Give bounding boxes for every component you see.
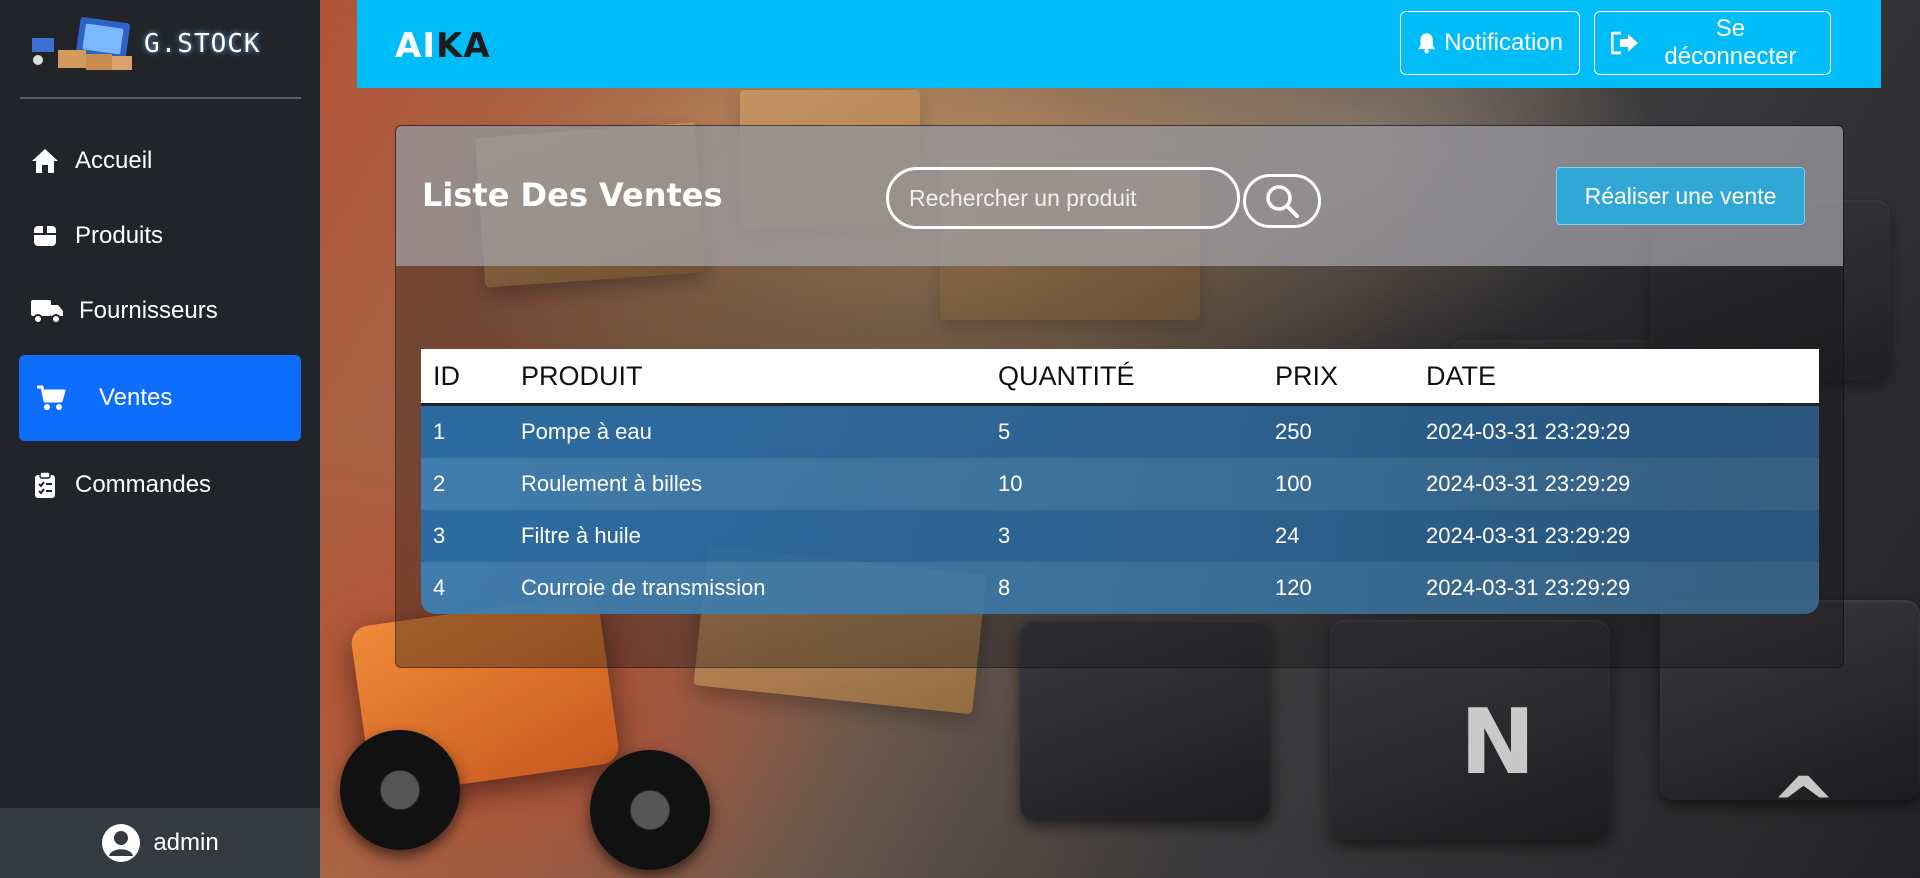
sidebar: G.STOCK Accueil Produits Fournisseurs Ve… [0, 0, 320, 878]
box-icon [29, 220, 61, 252]
table-row[interactable]: 4 Courroie de transmission 8 120 2024-03… [421, 562, 1819, 614]
cell-produit: Pompe à eau [521, 419, 652, 444]
sidebar-item-commandes[interactable]: Commandes [19, 454, 301, 516]
username: admin [153, 829, 219, 856]
table-row[interactable]: 3 Filtre à huile 3 24 2024-03-31 23:29:2… [421, 510, 1819, 562]
page-title: Liste Des Ventes [422, 176, 723, 214]
brand[interactable]: G.STOCK [28, 14, 261, 74]
logout-icon [1611, 31, 1638, 55]
notification-button[interactable]: Notification [1400, 11, 1580, 75]
cell-id: 1 [433, 419, 446, 444]
sidebar-item-label: Fournisseurs [79, 297, 218, 324]
sidebar-item-label: Produits [75, 222, 164, 249]
home-icon [29, 145, 61, 177]
sales-table: ID PRODUIT QUANTITÉ PRIX DATE 1 Pompe à … [421, 349, 1819, 614]
cell-produit: Roulement à billes [521, 471, 702, 496]
cell-date: 2024-03-31 23:29:29 [1426, 575, 1631, 600]
warehouse-logo-icon [28, 16, 138, 72]
divider [20, 97, 301, 99]
search-icon [1266, 185, 1299, 218]
cell-prix: 250 [1275, 419, 1312, 444]
sidebar-item-produits[interactable]: Produits [19, 205, 301, 267]
notification-label: Notification [1444, 29, 1563, 56]
sidebar-item-label: Ventes [99, 384, 173, 411]
sidebar-nav: Accueil Produits Fournisseurs Ventes Com… [19, 130, 301, 529]
user-menu[interactable]: admin [0, 808, 320, 878]
column-header-prix[interactable]: PRIX [1275, 361, 1426, 392]
column-header-quantite[interactable]: QUANTITÉ [998, 361, 1275, 392]
cell-date: 2024-03-31 23:29:29 [1426, 523, 1631, 548]
table-row[interactable]: 1 Pompe à eau 5 250 2024-03-31 23:29:29 [421, 406, 1819, 458]
logout-label: Se déconnecter [1664, 15, 1797, 70]
brand-name: G.STOCK [144, 29, 261, 59]
search-input[interactable] [886, 167, 1240, 229]
cell-produit: Filtre à huile [521, 523, 641, 548]
cell-prix: 100 [1275, 471, 1312, 496]
cell-quantite: 3 [998, 523, 1011, 548]
sidebar-item-fournisseurs[interactable]: Fournisseurs [19, 280, 301, 342]
sidebar-item-label: Accueil [75, 147, 153, 174]
panel-header: Liste Des Ventes Réaliser une vente [396, 126, 1843, 266]
cell-quantite: 10 [998, 471, 1023, 496]
make-sale-button[interactable]: Réaliser une vente [1556, 167, 1805, 225]
cell-quantite: 8 [998, 575, 1011, 600]
column-header-produit[interactable]: PRODUIT [521, 361, 998, 392]
cell-id: 4 [433, 575, 446, 600]
cell-prix: 120 [1275, 575, 1312, 600]
cell-produit: Courroie de transmission [521, 575, 766, 600]
cell-id: 3 [433, 523, 446, 548]
bell-icon [1417, 33, 1436, 54]
top-header: AIKA Notification Se déconnecter [357, 0, 1881, 88]
truck-icon [29, 295, 65, 327]
column-header-date[interactable]: DATE [1426, 361, 1819, 392]
cart-icon [35, 382, 67, 414]
logout-button[interactable]: Se déconnecter [1594, 11, 1831, 75]
cell-id: 2 [433, 471, 446, 496]
search-button[interactable] [1243, 174, 1321, 228]
table-row[interactable]: 2 Roulement à billes 10 100 2024-03-31 2… [421, 458, 1819, 510]
sidebar-item-ventes[interactable]: Ventes [19, 355, 301, 441]
clipboard-icon [29, 469, 61, 501]
user-avatar-icon [101, 823, 141, 863]
sidebar-item-accueil[interactable]: Accueil [19, 130, 301, 192]
cell-quantite: 5 [998, 419, 1011, 444]
table-header: ID PRODUIT QUANTITÉ PRIX DATE [421, 349, 1819, 406]
sidebar-item-label: Commandes [75, 471, 212, 498]
app-title: AIKA [395, 26, 491, 66]
sales-panel: Liste Des Ventes Réaliser une vente ID P… [395, 125, 1844, 668]
column-header-id[interactable]: ID [421, 361, 521, 392]
cell-prix: 24 [1275, 523, 1300, 548]
cell-date: 2024-03-31 23:29:29 [1426, 419, 1631, 444]
cell-date: 2024-03-31 23:29:29 [1426, 471, 1631, 496]
